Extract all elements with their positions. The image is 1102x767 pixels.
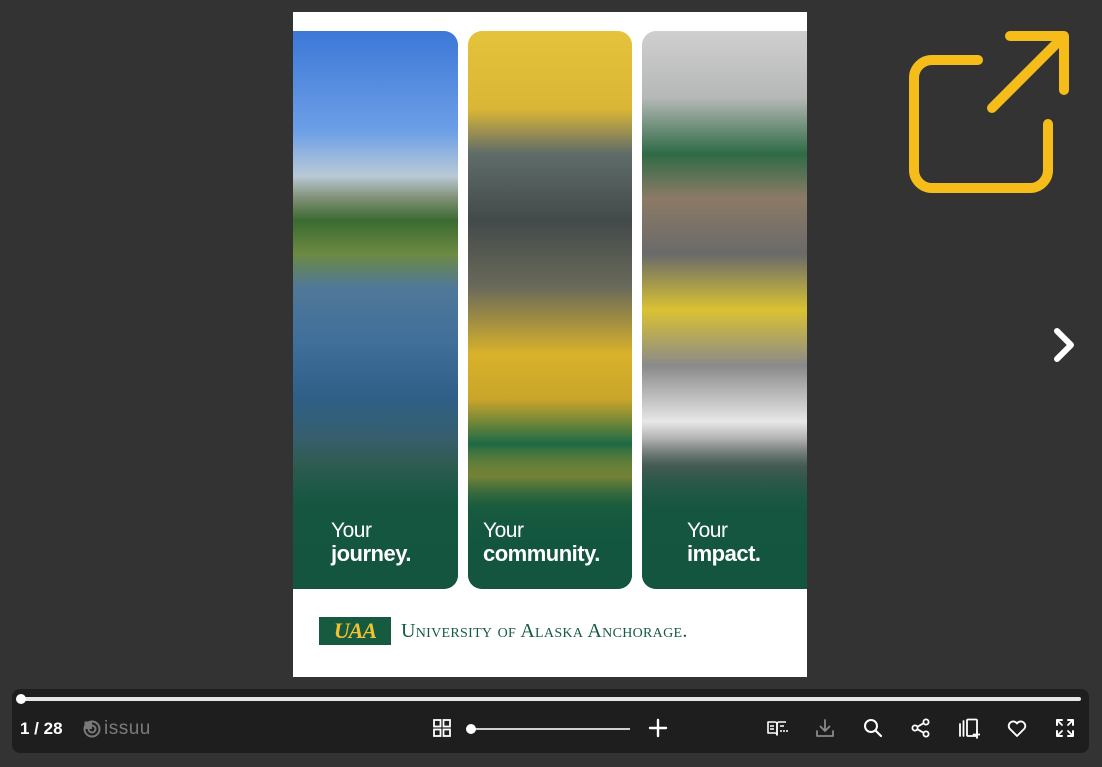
- zoom-in-button[interactable]: [647, 717, 669, 739]
- open-external-button[interactable]: [906, 30, 1074, 196]
- grid-view-button[interactable]: [431, 717, 453, 739]
- search-icon: [864, 719, 883, 738]
- issuu-wordmark: issuu: [104, 718, 151, 739]
- heart-icon: [1007, 720, 1027, 737]
- download-button[interactable]: [814, 717, 836, 739]
- tagline: Your impact.: [687, 518, 761, 566]
- zoom-slider-handle[interactable]: [466, 724, 476, 734]
- search-button[interactable]: [862, 717, 884, 739]
- open-external-icon: [909, 31, 1069, 193]
- cover-panels: Your journey. Your community. Your impac…: [293, 31, 807, 589]
- document-page[interactable]: Your journey. Your community. Your impac…: [293, 12, 807, 677]
- university-logo: UAA University of Alaska Anchorage.: [319, 615, 688, 647]
- like-button[interactable]: [1006, 717, 1028, 739]
- tagline-line1: Your: [331, 518, 372, 542]
- tagline: Your journey.: [331, 518, 411, 566]
- reader-mode-button[interactable]: [766, 717, 788, 739]
- uaa-logo-mark: UAA: [319, 617, 391, 645]
- reader-toolbar: 1 / 28 issuu: [12, 689, 1089, 753]
- cover-panel-journey: Your journey.: [293, 31, 458, 589]
- chevron-right-icon: [1054, 328, 1074, 362]
- page-progress-handle[interactable]: [16, 694, 26, 704]
- university-name: University of Alaska Anchorage.: [401, 619, 688, 642]
- share-icon: [911, 718, 930, 738]
- tagline-line2: journey.: [331, 540, 411, 566]
- page-indicator: 1 / 28: [20, 719, 63, 738]
- download-icon: [816, 719, 834, 737]
- plus-icon: [648, 718, 668, 738]
- page-progress-slider[interactable]: [16, 694, 1081, 704]
- fullscreen-button[interactable]: [1054, 717, 1076, 739]
- tagline: Your community.: [483, 518, 600, 566]
- next-page-button[interactable]: [1049, 325, 1081, 365]
- tagline-line2: impact.: [687, 540, 761, 566]
- zoom-slider[interactable]: [466, 724, 630, 734]
- add-to-stack-button[interactable]: [958, 717, 981, 739]
- fullscreen-icon: [1056, 719, 1074, 737]
- issuu-logo[interactable]: issuu: [83, 718, 151, 740]
- document-viewer: Your journey. Your community. Your impac…: [0, 0, 1102, 767]
- reader-mode-icon: [767, 721, 788, 736]
- cover-panel-community: Your community.: [468, 31, 632, 589]
- issuu-logo-icon: [83, 720, 101, 738]
- grid-view-icon: [433, 719, 451, 737]
- add-to-stack-icon: [959, 718, 981, 739]
- share-button[interactable]: [910, 717, 932, 739]
- tagline-line1: Your: [483, 518, 524, 542]
- tagline-line2: community.: [483, 540, 600, 566]
- tagline-line1: Your: [687, 518, 728, 542]
- cover-panel-impact: Your impact.: [642, 31, 807, 589]
